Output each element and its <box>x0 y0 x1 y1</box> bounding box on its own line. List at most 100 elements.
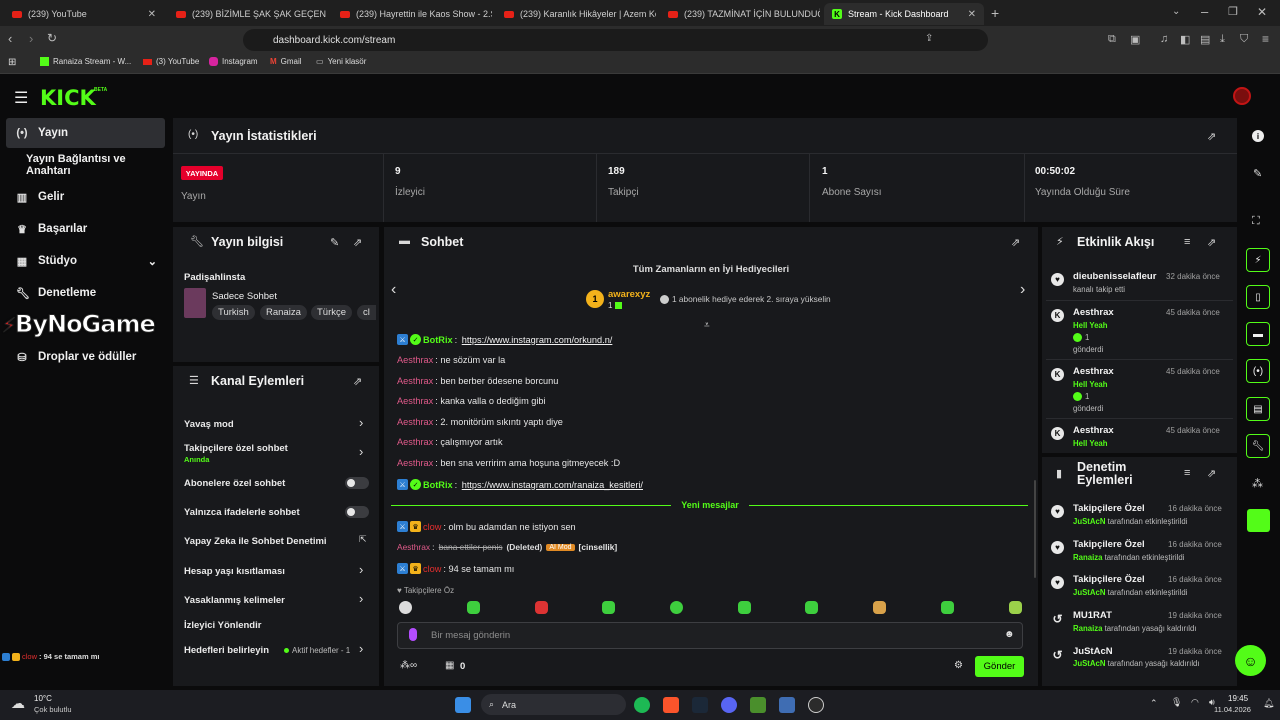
windows-start-icon[interactable] <box>455 697 471 713</box>
close-tab-icon[interactable]: ✕ <box>968 9 976 20</box>
chevron-left-icon[interactable]: ‹ <box>391 281 396 299</box>
sidebar-item-moderation[interactable]: 🔧︎ Denetleme <box>6 278 165 308</box>
hamburger-menu-icon[interactable]: ☰ <box>14 88 28 108</box>
wallet-icon[interactable]: ▤ <box>1200 33 1210 46</box>
send-button[interactable]: Gönder <box>975 656 1024 677</box>
microphone-icon[interactable] <box>409 628 417 641</box>
browser-tab[interactable]: (239) YouTube ✕ <box>4 3 164 25</box>
bookmark-item[interactable]: M Gmail <box>270 57 302 66</box>
kick-logo[interactable]: KICK <box>40 86 96 110</box>
popout-icon[interactable]: ⇗ <box>1207 130 1216 143</box>
popout-icon[interactable]: ⇗ <box>1011 236 1020 249</box>
rail-stats-button[interactable]: ▯ <box>1246 285 1270 309</box>
brave-icon[interactable] <box>663 697 679 713</box>
chevron-right-icon[interactable]: › <box>359 562 363 577</box>
sidebar-item-achievements[interactable]: ♛ Başarılar <box>6 214 165 244</box>
microphone-icon[interactable]: 🎙︎ <box>1171 697 1182 708</box>
minecraft-icon[interactable] <box>750 697 766 713</box>
points-icon[interactable]: ⁂∞ <box>400 660 417 671</box>
forward-icon[interactable]: › <box>29 31 33 46</box>
emote[interactable] <box>535 601 548 614</box>
close-tab-icon[interactable]: ✕ <box>148 9 156 20</box>
rail-activity-button[interactable]: ⚡︎ <box>1246 248 1270 272</box>
maximize-icon[interactable]: ❐ <box>1228 5 1238 18</box>
popout-icon[interactable]: ⇗ <box>1207 467 1216 480</box>
spotify-icon[interactable] <box>634 697 650 713</box>
edit-icon[interactable]: ✎ <box>1253 167 1262 180</box>
emote[interactable] <box>1009 601 1022 614</box>
emoji-icon[interactable]: ☻ <box>1004 629 1015 640</box>
settings-icon[interactable]: ⚙ <box>954 660 963 671</box>
emote[interactable] <box>670 601 683 614</box>
browser-tab[interactable]: (239) TAZMİNAT İÇİN BULUNDUĞU <box>660 3 820 25</box>
browser-tab[interactable]: (239) BİZİMLE ŞAK ŞAK GEÇEN DİZİ <box>168 3 328 25</box>
help-button[interactable]: ☺ <box>1235 645 1266 676</box>
chevron-right-icon[interactable]: › <box>359 415 363 430</box>
sidebar-item-stream-key[interactable]: Yayın Bağlantısı ve Anahtarı <box>6 150 165 180</box>
address-bar[interactable]: dashboard.kick.com/stream <box>243 29 988 51</box>
minimize-icon[interactable]: – <box>1201 4 1208 19</box>
filter-icon[interactable]: ≡ <box>1184 467 1190 479</box>
filter-icon[interactable]: ≡ <box>1184 236 1190 248</box>
bookmark-item[interactable]: ▭ Yeni klasör <box>316 57 366 66</box>
menu-icon[interactable]: ≡ <box>1262 32 1269 46</box>
rail-moderation-button[interactable]: ▤ <box>1246 397 1270 421</box>
chat-scrollbar[interactable] <box>1034 480 1036 578</box>
wifi-icon[interactable]: ◠ <box>1191 697 1199 708</box>
chevron-right-icon[interactable]: › <box>359 444 363 459</box>
chevron-down-icon[interactable]: ⌄ <box>1172 6 1180 17</box>
download-icon[interactable]: ⤓ <box>1220 33 1225 46</box>
chevron-right-icon[interactable]: › <box>1020 281 1025 299</box>
discord-icon[interactable] <box>721 697 737 713</box>
emote[interactable] <box>805 601 818 614</box>
rail-broadcast-button[interactable]: (•) <box>1246 359 1270 383</box>
subscribers-only-toggle[interactable] <box>345 477 369 489</box>
bookmark-item[interactable]: Ranaiza Stream - W... <box>40 57 131 66</box>
browser-tab-active[interactable]: K Stream - Kick Dashboard ✕ <box>824 3 984 25</box>
new-tab-icon[interactable]: + <box>991 5 999 21</box>
chevron-up-icon[interactable]: ⌃ <box>1150 698 1158 709</box>
reload-icon[interactable]: ↻ <box>47 31 57 45</box>
music-icon[interactable]: ♫ <box>1160 33 1168 45</box>
bookmark-item[interactable]: Instagram <box>209 57 258 66</box>
back-icon[interactable]: ‹ <box>8 31 12 46</box>
collapse-icon[interactable]: ⩡ <box>704 320 710 331</box>
sidebar-toggle-icon[interactable]: ◧ <box>1180 33 1190 46</box>
emote[interactable] <box>399 601 412 614</box>
info-icon[interactable]: i <box>1252 130 1264 142</box>
emote[interactable] <box>738 601 751 614</box>
chevron-right-icon[interactable]: › <box>359 591 363 606</box>
points-icon[interactable]: ⁂ <box>1252 477 1263 490</box>
chevron-right-icon[interactable]: › <box>359 641 363 656</box>
browser-tab[interactable]: (239) Hayrettin ile Kaos Show - 2.Sez <box>332 3 492 25</box>
app-icon[interactable] <box>779 697 795 713</box>
apps-icon[interactable]: ⊞ <box>8 57 16 68</box>
screenshot-icon[interactable]: ▣ <box>1130 33 1140 46</box>
emote[interactable] <box>873 601 886 614</box>
notification-icon[interactable]: 🔔︎ <box>1263 698 1274 709</box>
emote[interactable] <box>467 601 480 614</box>
extensions-icon[interactable]: ⧉ <box>1108 33 1116 46</box>
browser-tab[interactable]: (239) Karanlık Hikâyeler | Azem Köyü <box>496 3 656 25</box>
sidebar-item-revenue[interactable]: ▥ Gelir <box>6 182 165 212</box>
rail-avatar-button[interactable] <box>1247 509 1270 532</box>
popout-icon[interactable]: ⇗ <box>353 375 362 388</box>
steam-icon[interactable] <box>692 697 708 713</box>
bookmark-item[interactable]: (3) YouTube <box>143 57 199 66</box>
avatar[interactable] <box>1233 87 1251 105</box>
sidebar-item-drops[interactable]: ⛁ Droplar ve ödüller <box>6 342 165 372</box>
emote-only-toggle[interactable] <box>345 506 369 518</box>
popout-icon[interactable]: ⇗ <box>1207 236 1216 249</box>
popout-icon[interactable]: ⇗ <box>353 236 362 249</box>
sidebar-item-studio[interactable]: ▦ Stüdyo ⌄ <box>6 246 165 276</box>
edit-icon[interactable]: ✎ <box>330 236 339 249</box>
rail-tools-button[interactable]: 🔧︎ <box>1246 434 1270 458</box>
obs-icon[interactable] <box>808 697 824 713</box>
rail-chat-button[interactable]: ▬ <box>1246 322 1270 346</box>
share-icon[interactable]: ⇪ <box>925 33 933 44</box>
taskbar-search[interactable]: ⌕ Ara <box>481 694 626 715</box>
emote[interactable] <box>602 601 615 614</box>
external-link-icon[interactable]: ⇱ <box>359 534 367 545</box>
sidebar-item-stream[interactable]: (•) Yayın <box>6 118 165 148</box>
vpn-icon[interactable]: ⛉ <box>1240 33 1248 46</box>
